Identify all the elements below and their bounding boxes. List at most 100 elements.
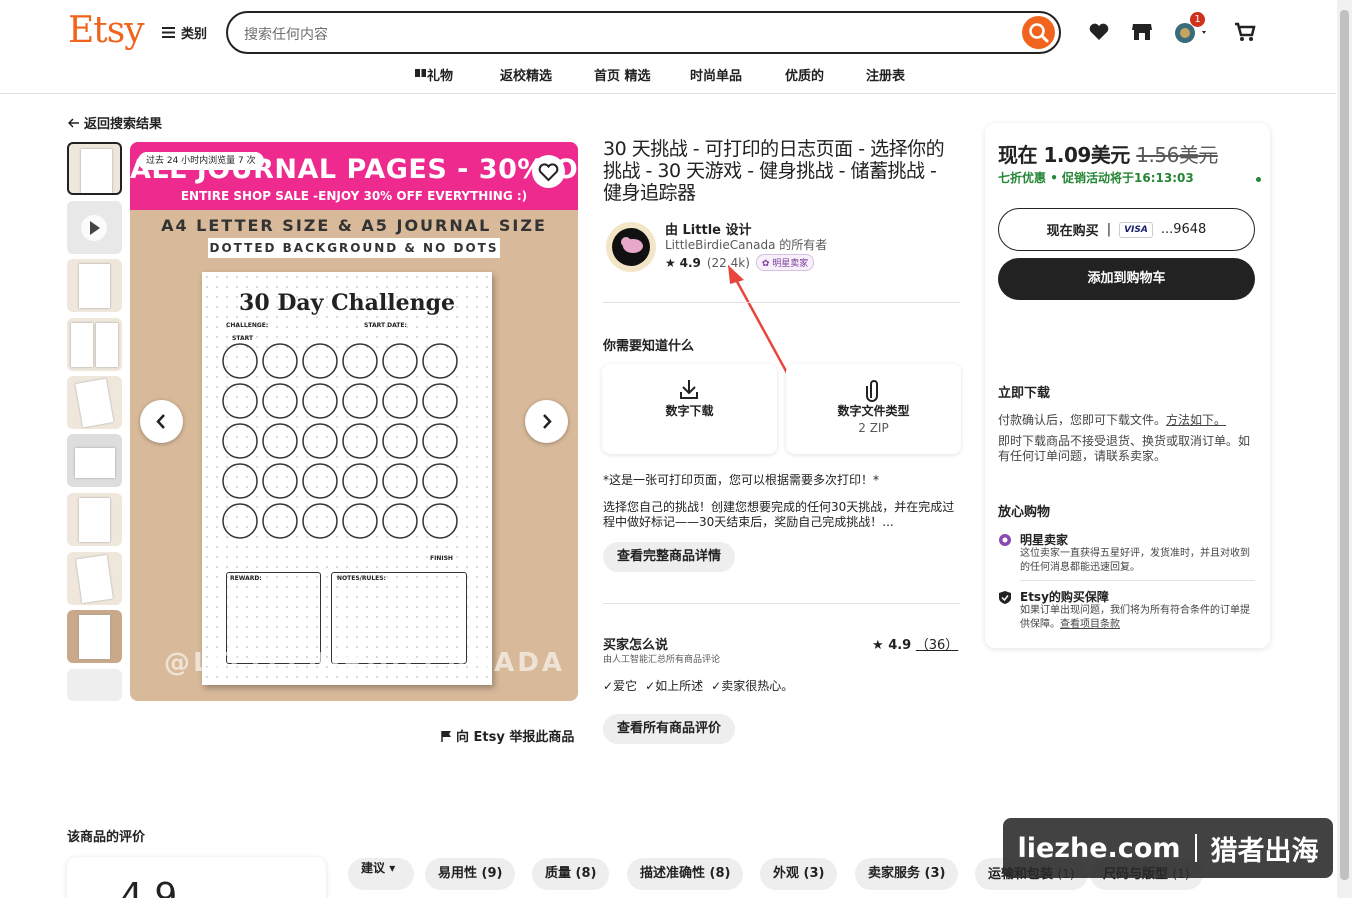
main-product-image[interactable]: ALL JOURNAL PAGES - 30% OFF! ENTIRE SHOP… — [130, 142, 578, 701]
play-icon — [81, 215, 107, 241]
flag-icon — [441, 730, 451, 742]
challenge-day-circle — [262, 343, 298, 379]
filter-chip[interactable]: 描述准确性 (8) — [627, 858, 744, 890]
gallery-thumbnail[interactable] — [67, 552, 122, 605]
favorite-button[interactable] — [532, 155, 565, 188]
previous-image-button[interactable] — [140, 400, 183, 443]
next-image-button[interactable] — [525, 400, 568, 443]
challenge-day-circle — [422, 383, 458, 419]
big-rating: 4.9 — [120, 876, 178, 898]
gallery-thumbnail[interactable] — [67, 669, 122, 701]
suggest-dropdown[interactable]: 建议 ▾ — [348, 858, 414, 890]
nav-gifts[interactable]: 礼物 — [414, 65, 453, 84]
divider — [603, 603, 960, 604]
gift-icon — [415, 69, 426, 77]
site-watermark: liezhe.com 猎者出海 — [1003, 818, 1333, 878]
instant-download-heading: 立即下载 — [998, 386, 1051, 401]
favorites-heart-icon[interactable] — [1088, 22, 1110, 42]
challenge-day-circle — [342, 463, 378, 499]
filter-chip[interactable]: 易用性 (9) — [425, 858, 516, 890]
challenge-day-circle — [302, 503, 338, 539]
challenge-day-circle — [342, 423, 378, 459]
categories-button[interactable]: 类别 — [162, 23, 207, 42]
challenge-day-circle — [222, 463, 258, 499]
view-terms-link[interactable]: 查看项目条款 — [1060, 619, 1120, 630]
nav-quality[interactable]: 优质的 — [785, 65, 824, 84]
nav-registry[interactable]: 注册表 — [866, 65, 905, 84]
view-all-reviews-button[interactable]: 查看所有商品评价 — [603, 714, 736, 744]
back-to-search-link[interactable]: 返回搜索结果 — [68, 113, 162, 132]
video-thumbnail[interactable] — [67, 201, 122, 254]
nav-fashion[interactable]: 时尚单品 — [690, 65, 742, 84]
gallery-thumbnail[interactable] — [67, 610, 122, 663]
arrow-left-icon — [68, 117, 79, 128]
challenge-day-circle — [262, 383, 298, 419]
shield-check-icon — [999, 591, 1011, 604]
gallery-thumbnail[interactable] — [67, 318, 122, 371]
view-details-button[interactable]: 查看完整商品详情 — [603, 542, 736, 572]
how-to-link[interactable]: 方法如下。 — [1166, 413, 1226, 427]
ai-summary-note: 由人工智能汇总所有商品评论 — [603, 655, 721, 665]
buy-now-button[interactable]: 现在购买 | VISA ...9648 — [998, 208, 1255, 251]
challenge-day-circle — [342, 343, 378, 379]
challenge-day-circle — [422, 503, 458, 539]
etsy-logo[interactable]: Etsy — [68, 10, 145, 51]
cart-icon[interactable] — [1234, 22, 1256, 42]
challenge-day-circle — [382, 383, 418, 419]
price: 现在 1.09美元 1.56美元 — [998, 143, 1218, 167]
nav-home-picks[interactable]: 首页 精选 — [594, 65, 651, 84]
journal-page-preview: 30 Day Challenge CHALLENGE: START DATE: … — [202, 272, 492, 685]
add-to-cart-button[interactable]: 添加到购物车 — [998, 258, 1255, 300]
dotted-caption: DOTTED BACKGROUND & NO DOTS — [208, 238, 500, 258]
filter-chip[interactable]: 质量 (8) — [532, 858, 610, 890]
purchase-protection-text: 如果订单出现问题，我们将为所有符合条件的订单提供保障。查看项目条款 — [1020, 605, 1250, 630]
challenge-day-circle — [262, 463, 298, 499]
sizes-caption: A4 LETTER SIZE & A5 JOURNAL SIZE — [161, 216, 547, 235]
star-icon: ★ — [872, 638, 884, 653]
challenge-day-circle — [222, 343, 258, 379]
divider — [1020, 580, 1255, 581]
visa-card-icon: VISA — [1119, 221, 1153, 238]
gallery-thumbnail[interactable] — [67, 434, 122, 487]
gallery-thumbnail[interactable] — [67, 142, 122, 195]
search-button[interactable] — [1022, 16, 1055, 49]
digital-download-card: 数字下载 — [602, 364, 777, 454]
search-input[interactable]: 搜索任何内容 — [244, 24, 328, 44]
views-badge: 过去 24 小时内浏览量 7 次 — [138, 152, 264, 170]
search-bar[interactable]: 搜索任何内容 — [226, 11, 1061, 54]
status-dot — [1256, 177, 1261, 182]
challenge-day-circle — [302, 423, 338, 459]
shop-owner-label[interactable]: LittleBirdieCanada 的所有者 — [665, 236, 827, 253]
challenge-day-circle — [342, 383, 378, 419]
challenge-day-circle — [262, 503, 298, 539]
gallery-thumbnail[interactable] — [67, 376, 122, 429]
header-divider — [0, 93, 1336, 94]
chevron-left-icon — [156, 414, 165, 429]
divider — [603, 302, 960, 303]
buyer-says-heading: 买家怎么说 — [603, 638, 669, 653]
scrollbar-thumb[interactable] — [1340, 10, 1349, 880]
search-icon — [1029, 23, 1049, 43]
gallery-thumbnail[interactable] — [67, 493, 122, 546]
sale-info: 七折优惠 • 促销活动将于16:13:03 — [998, 171, 1194, 185]
nav-back-to-school[interactable]: 返校精选 — [500, 65, 552, 84]
chevron-right-icon — [543, 414, 552, 429]
download-policy: 即时下载商品不接受退货、换货或取消订单。如有任何订单问题，请联系卖家。 — [998, 434, 1251, 463]
filter-chip[interactable]: 外观 (3) — [760, 858, 838, 890]
shop-avatar[interactable] — [606, 222, 656, 272]
challenge-day-circle — [302, 383, 338, 419]
star-icon: ★ — [665, 255, 676, 270]
gallery-thumbnail[interactable] — [67, 259, 122, 312]
challenge-day-circle — [422, 423, 458, 459]
review-tag: ✓如上所述 — [645, 679, 704, 693]
challenge-day-circle — [422, 343, 458, 379]
challenge-day-circle — [422, 463, 458, 499]
shop-manager-icon[interactable] — [1131, 22, 1153, 42]
star-seller-title: 明星卖家 — [1020, 533, 1069, 547]
file-type-card: 数字文件类型 2 ZIP — [786, 364, 961, 454]
challenge-day-circle — [302, 463, 338, 499]
filter-chip[interactable]: 卖家服务 (3) — [855, 858, 959, 890]
challenge-day-circle — [382, 423, 418, 459]
review-rating[interactable]: ★ 4.9 （36） — [872, 634, 958, 653]
report-item-link[interactable]: 向 Etsy 举报此商品 — [440, 726, 574, 745]
